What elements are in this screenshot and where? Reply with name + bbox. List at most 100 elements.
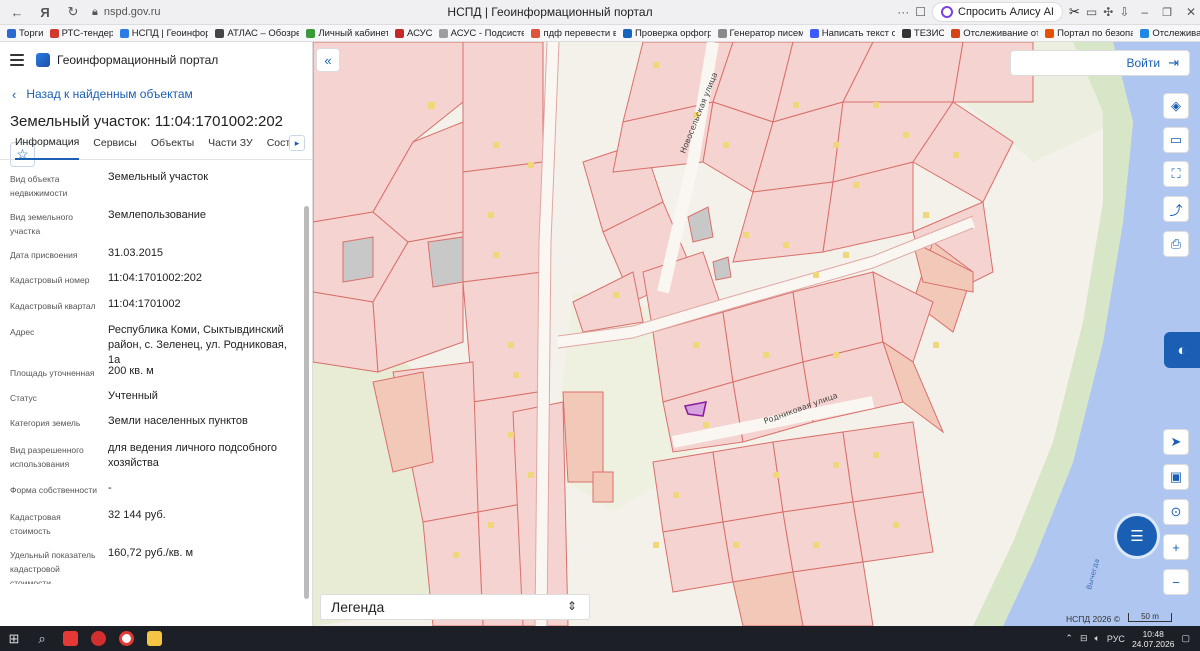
bookmark-item[interactable]: Торги [7,28,43,39]
tabs-next-button[interactable]: ▸ [289,135,305,151]
menu-icon[interactable] [10,54,24,66]
app-icon[interactable] [56,626,84,651]
expand-icon: ⇕ [566,599,577,613]
page-tab-title: НСПД | Геоинформационный портал [447,5,653,19]
extensions-puzzle-icon[interactable]: ✣ [1103,5,1113,19]
downloads-icon[interactable]: ⇩ [1119,5,1129,19]
property-key: Вид разрешенного использования [10,445,84,469]
bookmark-favicon-icon [1045,28,1055,38]
select-area-button[interactable]: ⛶ [1163,161,1189,187]
property-key: Категория земель [10,418,81,428]
bookmark-favicon-icon [215,28,225,38]
legend-toggle[interactable]: Легенда ⇕ [320,594,590,620]
side-drawer-tab[interactable]: ◐ [1164,332,1200,368]
bookmark-item[interactable]: АСУС [394,28,432,39]
property-key: Вид земельного участка [10,212,74,236]
ruler-button[interactable]: ▭ [1163,127,1189,153]
property-key: Кадастровый квартал [10,301,96,311]
bookmark-item[interactable]: Отслежива [1140,28,1200,39]
language-indicator[interactable]: РУС [1107,634,1125,644]
property-value: Землепользование [108,209,207,221]
bookmark-item[interactable]: РТС-тендер [49,28,113,39]
property-key: Удельный показатель кадастровой стоимост… [10,550,96,584]
bookmark-label: НСПД | Геоинфор [131,27,209,39]
share-button[interactable]: ⤴ [1163,196,1189,222]
tray-chevron-icon[interactable]: ⌃ [1065,633,1073,644]
zoom-in-button[interactable]: + [1163,534,1189,560]
bookmark-favicon-icon [7,28,16,38]
bookmark-item[interactable]: Написать текст о [809,28,895,39]
bookmark-item[interactable]: Портал по безопа [1045,28,1133,39]
cadastral-map[interactable]: Новосельская улица Родниковая улица Выче… [313,42,1200,626]
bookmark-favicon-icon [531,28,541,38]
alisa-icon [941,6,954,18]
search-icon[interactable]: ⌕ [28,626,56,651]
bookmark-label: Портал по безопа [1057,27,1134,39]
network-icon[interactable]: ⊟ [1080,633,1088,644]
bookmark-item[interactable]: ТЕЗИС [901,28,944,39]
bookmark-item[interactable]: АСУС - Подсисте [438,27,525,39]
bookmark-item[interactable]: Проверка орфогр [622,28,711,39]
property-value: 11:04:1701002 [108,298,181,310]
login-button[interactable]: Войти ⇥ [1010,50,1190,76]
yandex-browser-icon[interactable] [112,626,140,651]
bookmark-item[interactable]: Личный кабинет [306,28,388,39]
bookmark-item[interactable]: НСПД | Геоинфор [119,27,209,39]
minus-icon: − [1172,574,1180,590]
more-menu-icon[interactable]: ··· [897,5,909,19]
file-explorer-icon[interactable] [140,626,168,651]
property-value: Земли населенных пунктов [108,415,248,427]
extension-icon[interactable]: ✂ [1069,4,1080,20]
zoom-out-button[interactable]: − [1163,569,1189,595]
tab-0[interactable]: Информация [15,126,80,160]
bookmark-favicon-icon [119,28,129,38]
tab-1[interactable]: Сервисы [93,126,137,160]
back-to-results-link[interactable]: ‹ Назад к найденным объектам [12,87,312,102]
bookmark-label: Отслеживание от [963,27,1039,39]
panel-icon[interactable]: ▭ [1086,5,1097,19]
back-arrow-icon[interactable]: ← [6,1,28,23]
address-bar[interactable]: 🔒︎ nspd.gov.ru [92,2,392,22]
property-key: Адрес [10,327,35,337]
bookmark-item[interactable]: Отслеживание от [951,28,1038,39]
plus-icon: + [1172,539,1180,555]
chevron-right-icon: ▸ [294,137,300,148]
bookmark-favicon-icon [809,28,819,38]
minimize-window-icon[interactable]: – [1141,5,1148,19]
notifications-icon[interactable]: ▢ [1181,633,1190,644]
tab-3[interactable]: Части ЗУ [208,126,253,160]
layers-button[interactable]: ◈ [1163,93,1189,119]
chat-button[interactable]: ☰ [1112,513,1162,559]
yandex-logo-icon[interactable]: Я [34,1,56,23]
bookmark-favicon-icon [717,28,727,38]
property-key: Площадь уточненная [10,368,95,378]
bookmark-label: АСУС - Подсисте [450,27,525,39]
basemap-button[interactable]: ▣ [1163,464,1189,490]
search-location-button[interactable]: ⊙ [1163,499,1189,525]
tab-2[interactable]: Объекты [151,126,194,160]
bookmark-item[interactable]: АТЛАС – Обозре [215,28,299,39]
maximize-window-icon[interactable]: ❐ [1162,6,1172,19]
layers-icon: ◈ [1171,98,1181,113]
alisa-button[interactable]: Спросить Алису AI [932,2,1063,22]
app-icon[interactable] [84,626,112,651]
bookmark-icon[interactable]: ☐ [915,5,926,19]
panel-scrollbar[interactable] [304,206,309,599]
my-location-button[interactable]: ➤ [1163,429,1189,455]
clock[interactable]: 10:48 24.07.2026 [1132,629,1175,649]
map-canvas: Новосельская улица Родниковая улица Выче… [313,42,1200,626]
volume-icon[interactable]: 🔈︎ [1095,633,1100,644]
portal-logo-icon [36,53,50,67]
close-window-icon[interactable]: ✕ [1186,5,1196,19]
clock-time: 10:48 [1142,628,1164,639]
bookmark-item[interactable]: пдф перевести в [531,28,616,39]
reload-icon[interactable]: ↻ [62,1,84,23]
collapse-panel-button[interactable]: « [316,48,340,72]
url-text: nspd.gov.ru [103,6,161,18]
lock-icon: 🔒︎ [92,5,98,18]
property-key: Форма собственности [10,485,97,495]
bookmark-item[interactable]: Генератор писем [717,28,803,39]
print-button[interactable]: ⎙ [1163,231,1189,257]
windows-start-icon[interactable]: ⊞ [0,626,28,651]
property-key: Вид объекта недвижимости [10,174,68,198]
